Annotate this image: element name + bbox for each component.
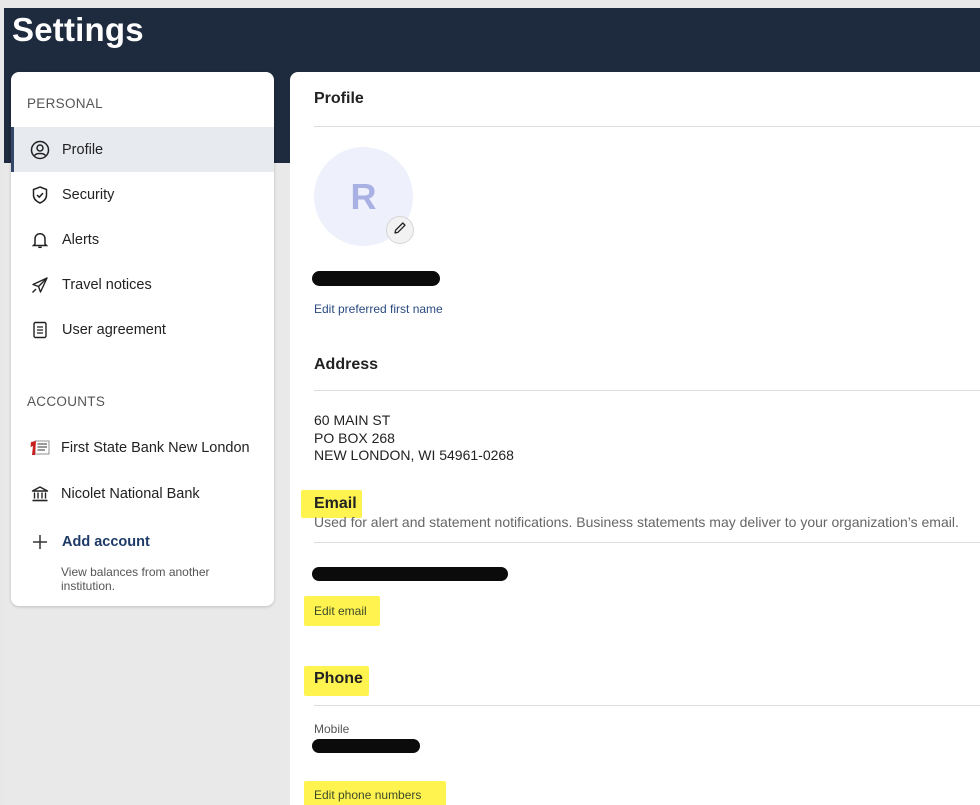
- redacted-phone: [312, 739, 420, 753]
- divider: [314, 126, 980, 127]
- plus-icon: [29, 531, 51, 553]
- accounts-section-label: ACCOUNTS: [27, 394, 106, 409]
- sidebar-item-label: Nicolet National Bank: [61, 485, 200, 502]
- settings-sidebar: PERSONAL Profile Security Alerts Travel …: [11, 72, 274, 606]
- sidebar-item-label: First State Bank New London: [61, 439, 250, 456]
- phone-heading: Phone: [314, 670, 363, 687]
- sidebar-item-label: Alerts: [62, 231, 100, 248]
- address-line-3: NEW LONDON, WI 54961-0268: [314, 447, 514, 463]
- divider: [314, 705, 980, 706]
- add-account-button[interactable]: Add account: [11, 519, 274, 564]
- shield-check-icon: [29, 184, 51, 206]
- sidebar-item-label: Profile: [62, 141, 104, 158]
- sidebar-item-label: Travel notices: [62, 276, 152, 293]
- sidebar-item-user-agreement[interactable]: User agreement: [11, 307, 274, 352]
- mobile-label: Mobile: [314, 722, 350, 736]
- pencil-icon: [393, 221, 407, 240]
- first-state-bank-logo-icon: [29, 437, 51, 459]
- add-account-description: View balances from another institution.: [61, 565, 210, 593]
- redacted-name: [312, 271, 440, 286]
- edit-preferred-name-link[interactable]: Edit preferred first name: [314, 302, 443, 316]
- edit-phone-numbers-link[interactable]: Edit phone numbers: [314, 788, 421, 802]
- address-block: 60 MAIN ST PO BOX 268 NEW LONDON, WI 549…: [314, 412, 514, 465]
- user-circle-icon: [29, 139, 51, 161]
- sidebar-item-label: Security: [62, 186, 115, 203]
- sidebar-item-profile[interactable]: Profile: [11, 127, 274, 172]
- email-heading: Email: [314, 495, 357, 512]
- add-account-label: Add account: [62, 533, 150, 550]
- redacted-email: [312, 567, 508, 581]
- profile-heading: Profile: [314, 90, 364, 107]
- page-title: Settings: [12, 11, 144, 48]
- edit-avatar-button[interactable]: [386, 216, 414, 244]
- sidebar-item-security[interactable]: Security: [11, 172, 274, 217]
- address-heading: Address: [314, 356, 379, 373]
- email-description: Used for alert and statement notificatio…: [314, 514, 959, 530]
- personal-section-label: PERSONAL: [27, 96, 103, 111]
- sidebar-item-alerts[interactable]: Alerts: [11, 217, 274, 262]
- bank-building-icon: [29, 483, 51, 505]
- app-frame: Settings PERSONAL Profile Security Alert…: [4, 8, 980, 805]
- document-icon: [29, 319, 51, 341]
- bell-icon: [29, 229, 51, 251]
- divider: [314, 390, 980, 391]
- sidebar-item-first-state-bank[interactable]: First State Bank New London: [11, 425, 274, 470]
- address-line-1: 60 MAIN ST: [314, 412, 391, 428]
- sidebar-item-nicolet-national-bank[interactable]: Nicolet National Bank: [11, 471, 274, 516]
- airplane-icon: [29, 274, 51, 296]
- address-line-2: PO BOX 268: [314, 429, 395, 446]
- sidebar-item-travel-notices[interactable]: Travel notices: [11, 262, 274, 307]
- sidebar-item-label: User agreement: [62, 321, 166, 338]
- divider: [314, 542, 980, 543]
- profile-panel: Profile R Edit preferred first name Addr…: [290, 72, 980, 805]
- edit-email-link[interactable]: Edit email: [314, 604, 367, 618]
